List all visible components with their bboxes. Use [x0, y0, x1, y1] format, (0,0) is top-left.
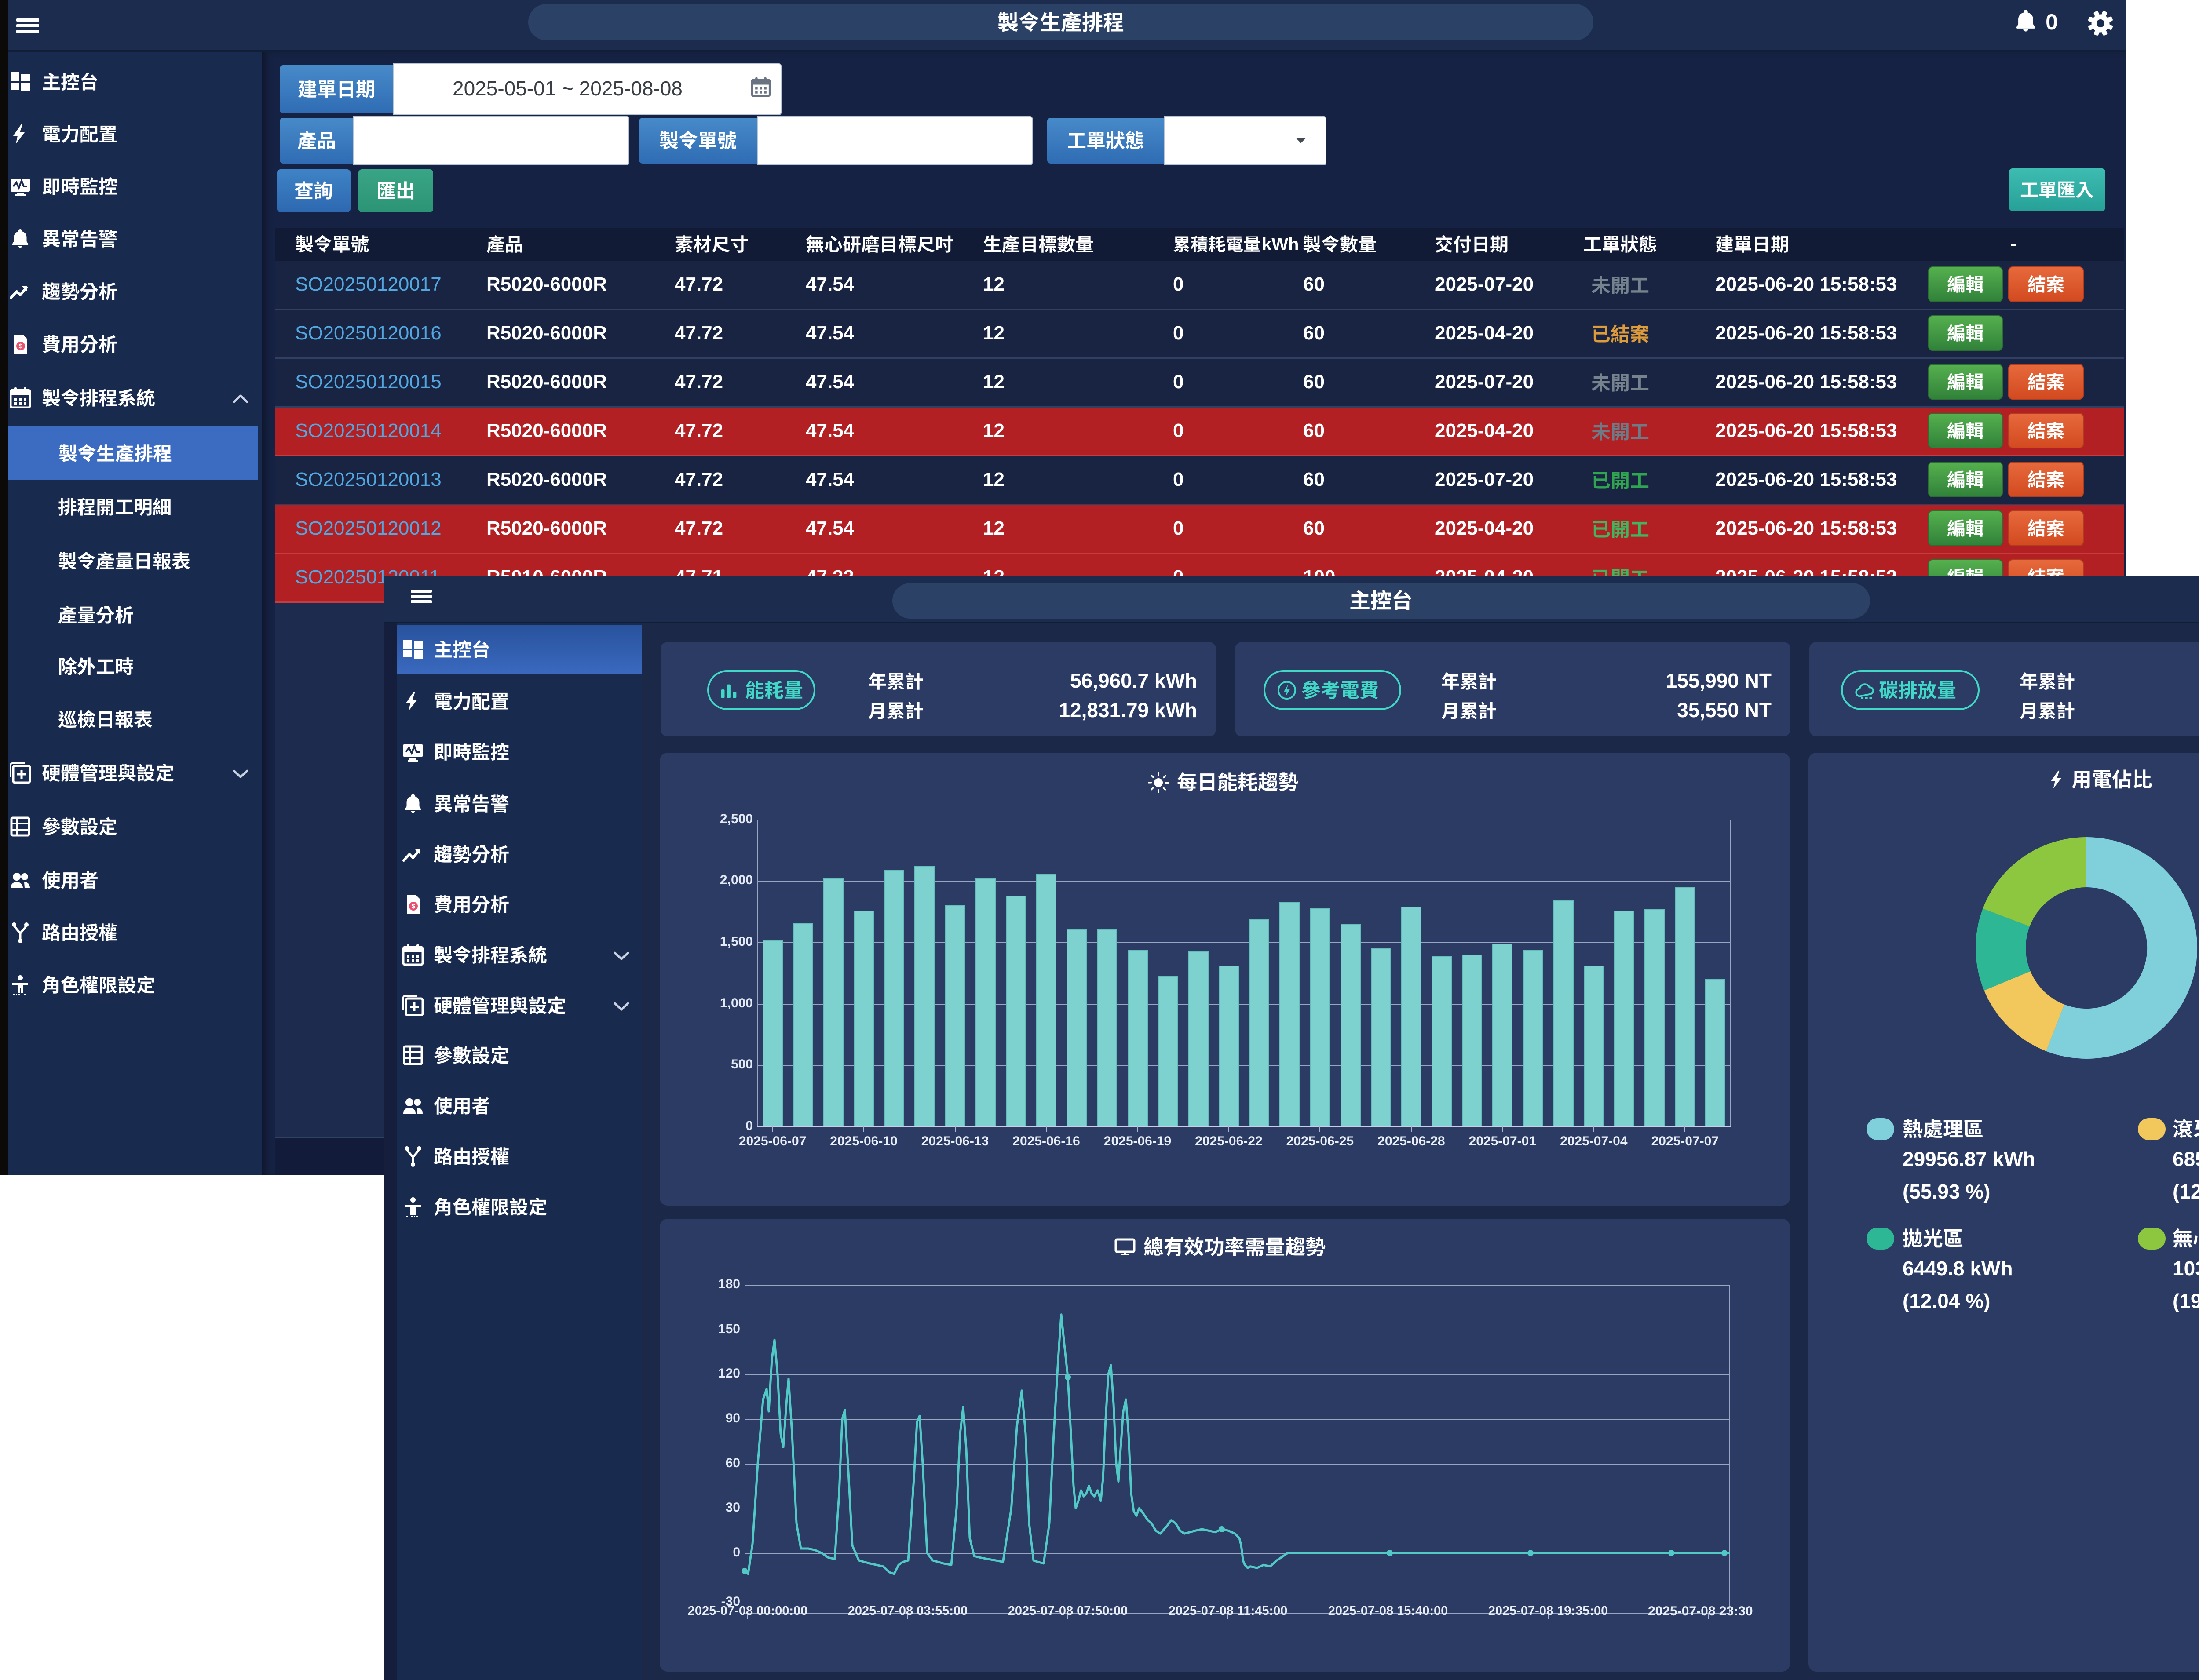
- svg-text:$: $: [19, 343, 23, 350]
